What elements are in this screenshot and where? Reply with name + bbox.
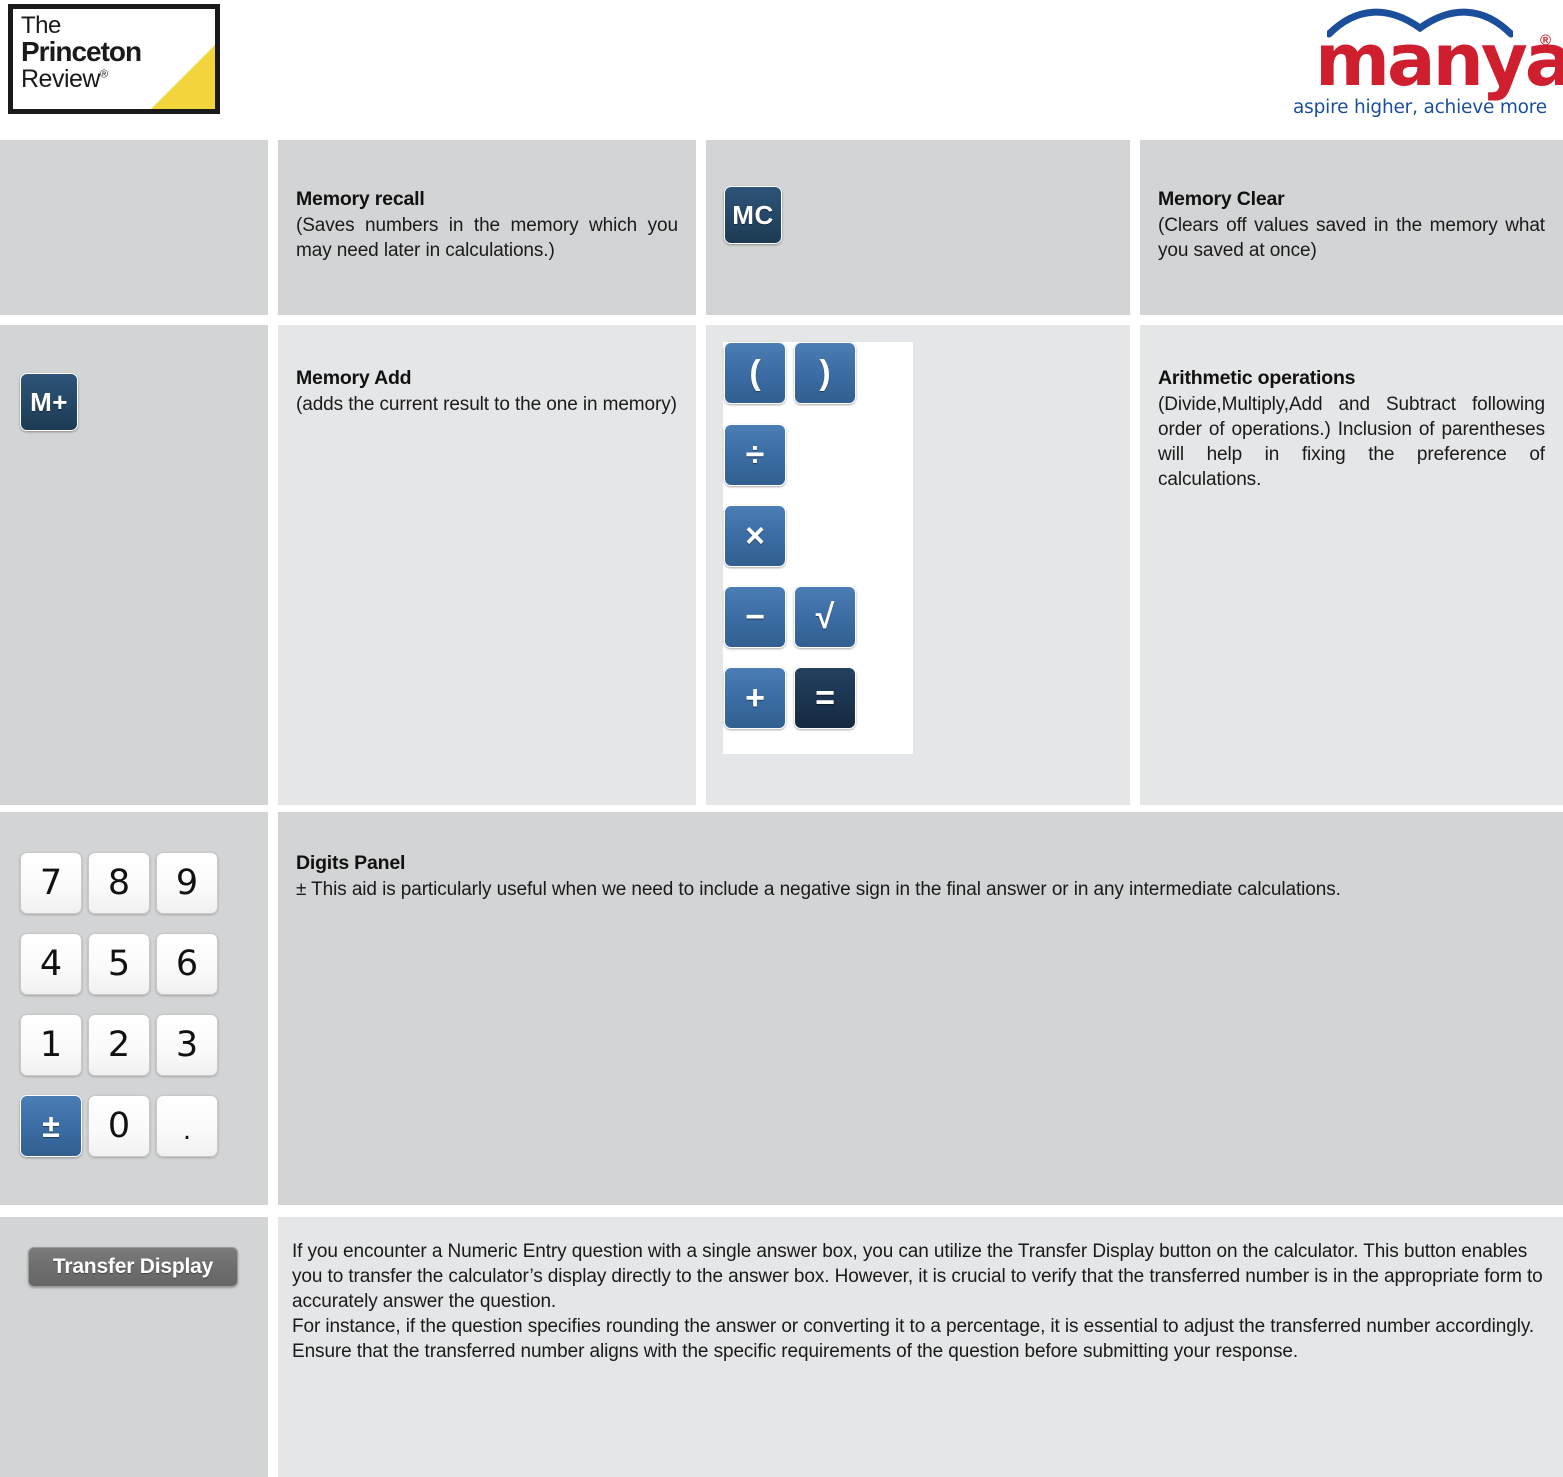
cell-arithmetic-operations-text: Arithmetic operations (Divide,Multiply,A… <box>1140 325 1563 805</box>
memory-add-button[interactable]: M+ <box>20 373 78 431</box>
cell-transfer-display-text: If you encounter a Numeric Entry questio… <box>278 1217 1563 1477</box>
manya-tagline: aspire higher, achieve more <box>1293 97 1547 118</box>
digit-5-button[interactable]: 5 <box>88 933 150 995</box>
cell-operations-keypad: ( ) ÷ × − √ + = <box>706 325 1130 805</box>
transfer-display-paragraph-2: For instance, if the question specifies … <box>292 1316 1534 1363</box>
memory-clear-button[interactable]: MC <box>724 186 782 244</box>
cell-memory-add-text: Memory Add (adds the current result to t… <box>278 325 696 805</box>
cell-digits-keypad: 7 8 9 4 5 6 1 2 3 ± 0 . <box>0 812 268 1205</box>
digit-8-label: 8 <box>107 863 131 903</box>
minus-label: − <box>745 597 765 636</box>
manya-logo: manya ® aspire higher, achieve more <box>1285 2 1563 122</box>
digit-3-button[interactable]: 3 <box>156 1014 218 1076</box>
digit-4-label: 4 <box>39 944 63 984</box>
sqrt-label: √ <box>815 597 835 636</box>
memory-recall-title: Memory recall <box>296 188 425 210</box>
equals-label: = <box>815 678 835 717</box>
digit-0-label: 0 <box>107 1106 131 1146</box>
logo-line-princeton: Princeton <box>21 36 142 68</box>
plus-minus-button[interactable]: ± <box>20 1095 82 1157</box>
divide-button[interactable]: ÷ <box>724 424 786 486</box>
memory-recall-desc: (Saves numbers in the memory which you m… <box>296 215 678 262</box>
table-row-memory-add: M+ Memory Add (adds the current result t… <box>0 325 1563 805</box>
memory-clear-title: Memory Clear <box>1158 188 1285 210</box>
close-paren-button[interactable]: ) <box>794 342 856 404</box>
minus-button[interactable]: − <box>724 586 786 648</box>
cell-memory-clear-text: Memory Clear (Clears off values saved in… <box>1140 140 1563 315</box>
plus-button[interactable]: + <box>724 667 786 729</box>
transfer-display-button[interactable]: Transfer Display <box>28 1247 238 1287</box>
logo-yellow-corner <box>151 45 215 109</box>
open-paren-button[interactable]: ( <box>724 342 786 404</box>
multiply-label: × <box>745 516 765 555</box>
cell-memory-recall-icon <box>0 140 268 315</box>
cell-m-plus-button: M+ <box>0 325 268 805</box>
digit-2-label: 2 <box>107 1025 131 1065</box>
digits-keypad-panel: 7 8 9 4 5 6 1 2 3 ± 0 . <box>20 852 240 1157</box>
sqrt-button[interactable]: √ <box>794 586 856 648</box>
plus-label: + <box>745 678 765 717</box>
memory-clear-desc: (Clears off values saved in the memory w… <box>1158 215 1545 262</box>
manya-wordmark: manya <box>1315 18 1563 102</box>
mc-button-label: MC <box>732 199 774 230</box>
operations-keypad-panel: ( ) ÷ × − √ + = <box>723 342 913 754</box>
calculator-reference-table: Memory recall (Saves numbers in the memo… <box>0 140 1563 1477</box>
divide-label: ÷ <box>745 435 765 474</box>
memory-add-desc: (adds the current result to the one in m… <box>296 394 677 415</box>
memory-add-title: Memory Add <box>296 367 412 389</box>
cell-transfer-display-button: Transfer Display <box>0 1217 268 1477</box>
digit-2-button[interactable]: 2 <box>88 1014 150 1076</box>
digit-1-button[interactable]: 1 <box>20 1014 82 1076</box>
digit-9-button[interactable]: 9 <box>156 852 218 914</box>
digit-8-button[interactable]: 8 <box>88 852 150 914</box>
cell-mc-button: MC <box>706 140 1130 315</box>
decimal-point-button[interactable]: . <box>156 1095 218 1157</box>
digit-0-button[interactable]: 0 <box>88 1095 150 1157</box>
logo-line-review: Review® <box>21 65 108 94</box>
transfer-display-paragraph-1: If you encounter a Numeric Entry questio… <box>292 1241 1543 1313</box>
digit-7-button[interactable]: 7 <box>20 852 82 914</box>
page-header: The Princeton Review® manya ® aspire hig… <box>0 0 1563 140</box>
manya-registered-mark: ® <box>1539 32 1551 49</box>
arithmetic-operations-title: Arithmetic operations <box>1158 367 1356 389</box>
digit-6-button[interactable]: 6 <box>156 933 218 995</box>
digit-6-label: 6 <box>175 944 199 984</box>
digit-9-label: 9 <box>175 863 199 903</box>
arithmetic-operations-desc: (Divide,Multiply,Add and Subtract follow… <box>1158 394 1545 491</box>
digit-5-label: 5 <box>107 944 131 984</box>
logo-line-the: The <box>21 12 61 39</box>
decimal-point-label: . <box>182 1116 192 1146</box>
digit-1-label: 1 <box>39 1025 63 1065</box>
open-paren-label: ( <box>749 353 761 392</box>
multiply-button[interactable]: × <box>724 505 786 567</box>
digit-7-label: 7 <box>39 863 63 903</box>
cell-digits-panel-text: Digits Panel ± This aid is particularly … <box>278 812 1563 1205</box>
princeton-review-logo: The Princeton Review® <box>8 4 220 114</box>
table-row-digits-panel: 7 8 9 4 5 6 1 2 3 ± 0 . Digits Panel ± T… <box>0 812 1563 1205</box>
digits-panel-title: Digits Panel <box>296 852 406 874</box>
equals-button[interactable]: = <box>794 667 856 729</box>
digit-3-label: 3 <box>175 1025 199 1065</box>
close-paren-label: ) <box>819 353 831 392</box>
cell-memory-recall-text: Memory recall (Saves numbers in the memo… <box>278 140 696 315</box>
table-row-transfer-display: Transfer Display If you encounter a Nume… <box>0 1217 1563 1477</box>
table-row-memory-recall: Memory recall (Saves numbers in the memo… <box>0 140 1563 315</box>
plus-minus-label: ± <box>42 1107 60 1144</box>
digits-panel-desc: ± This aid is particularly useful when w… <box>296 879 1341 900</box>
m-plus-button-label: M+ <box>30 386 68 417</box>
transfer-display-label: Transfer Display <box>52 1255 214 1278</box>
digit-4-button[interactable]: 4 <box>20 933 82 995</box>
